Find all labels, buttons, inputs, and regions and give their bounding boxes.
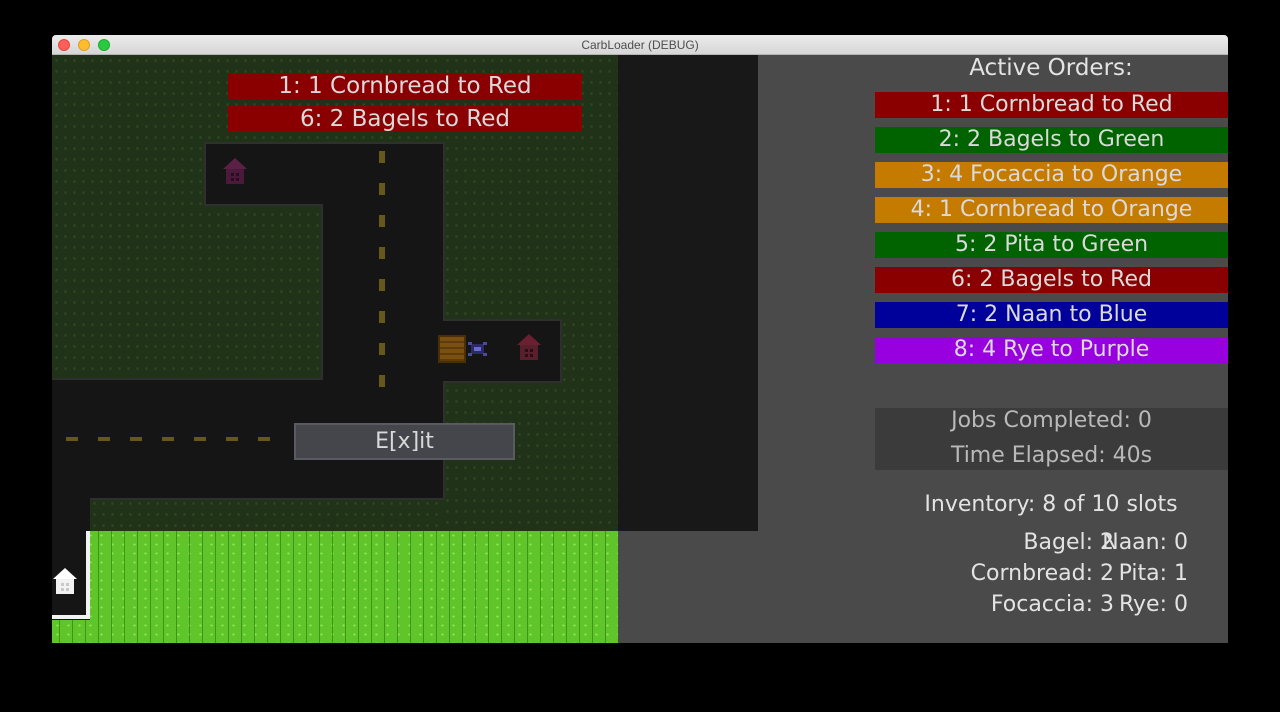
inventory-rye: Rye: 0: [1118, 592, 1188, 617]
order-item[interactable]: 7: 2 Naan to Blue: [875, 302, 1228, 328]
time-elapsed: Time Elapsed: 40s: [950, 443, 1153, 468]
lane-marking: [258, 437, 270, 441]
stats-panel: Jobs Completed: 0 Time Elapsed: 40s: [875, 408, 1228, 470]
lane-marking: [379, 247, 385, 259]
lane-marking: [66, 437, 78, 441]
jobs-completed: Jobs Completed: 0: [951, 408, 1152, 433]
lane-marking: [130, 437, 142, 441]
lane-marking: [98, 437, 110, 441]
order-item[interactable]: 2: 2 Bagels to Green: [875, 127, 1228, 153]
lane-marking: [379, 183, 385, 195]
inventory-title: Inventory: 8 of 10 slots: [924, 492, 1178, 517]
truck-icon: [468, 342, 487, 356]
offmap-area: [618, 55, 758, 531]
lane-marking: [379, 151, 385, 163]
house-icon: [53, 568, 77, 594]
claimed-order-banner: 6: 2 Bagels to Red: [228, 106, 582, 132]
house-icon: [517, 334, 541, 360]
sidebar: Active Orders: 1: 1 Cornbread to Red 2: …: [758, 55, 1228, 643]
lane-marking: [379, 311, 385, 323]
house-icon: [223, 158, 247, 184]
crate-icon: [438, 335, 466, 363]
claimed-order-banner: 1: 1 Cornbread to Red: [228, 73, 582, 99]
lane-marking: [379, 279, 385, 291]
orders-title: Active Orders:: [969, 55, 1133, 81]
grass-tile: [52, 55, 323, 380]
lane-marking: [379, 343, 385, 355]
app-window: CarbLoader (DEBUG) 1: 1 Cornbread to Red…: [52, 35, 1228, 643]
grass-field: [52, 531, 618, 643]
order-item[interactable]: 6: 2 Bagels to Red: [875, 267, 1228, 293]
lane-marking: [226, 437, 238, 441]
exit-button[interactable]: E[x]it: [294, 423, 515, 460]
title-bar: CarbLoader (DEBUG): [52, 35, 1228, 55]
order-item[interactable]: 4: 1 Cornbread to Orange: [875, 197, 1228, 223]
lane-marking: [379, 215, 385, 227]
lane-marking: [379, 375, 385, 387]
lane-marking: [194, 437, 206, 441]
inventory-pita: Pita: 1: [1118, 561, 1188, 586]
order-item[interactable]: 3: 4 Focaccia to Orange: [875, 162, 1228, 188]
lane-marking: [162, 437, 174, 441]
game-map: 1: 1 Cornbread to Red 6: 2 Bagels to Red…: [52, 55, 618, 643]
grass-tile: [90, 498, 443, 531]
order-item[interactable]: 1: 1 Cornbread to Red: [875, 92, 1228, 118]
inventory-naan: Naan: 0: [1102, 530, 1188, 555]
order-item[interactable]: 5: 2 Pita to Green: [875, 232, 1228, 258]
game-viewport: 1: 1 Cornbread to Red 6: 2 Bagels to Red…: [52, 55, 1228, 643]
order-item[interactable]: 8: 4 Rye to Purple: [875, 337, 1228, 363]
window-title: CarbLoader (DEBUG): [581, 38, 699, 52]
